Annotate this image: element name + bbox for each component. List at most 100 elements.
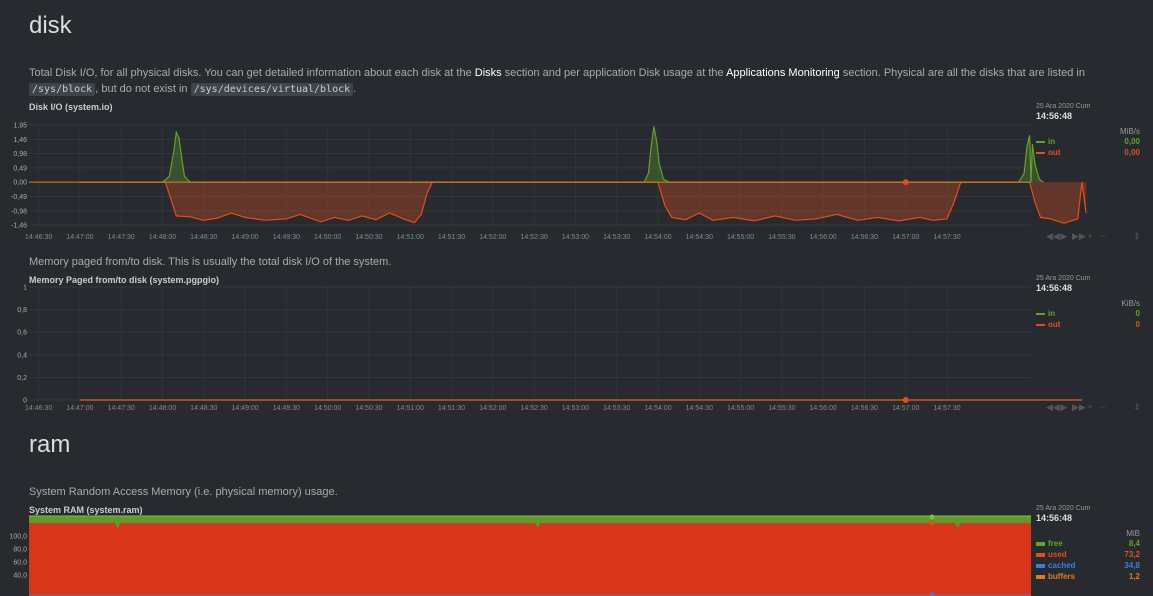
legend-row-in[interactable]: in 0	[1036, 308, 1140, 319]
x-tick-label: 14:48:30	[190, 405, 217, 412]
x-tick-label: 14:53:30	[603, 234, 630, 241]
zoom-in-icon[interactable]: +	[1085, 231, 1095, 241]
section-title-ram: ram	[29, 431, 71, 458]
zoom-out-icon[interactable]: −	[1098, 402, 1108, 412]
disk-io-toolbar: ◀◀ ▶ ▶▶ + − ⇕	[1046, 231, 1150, 241]
legend-value-free: 8,4	[1128, 539, 1140, 548]
x-tick-label: 14:56:00	[810, 234, 837, 241]
legend-row-out[interactable]: out 0	[1036, 319, 1140, 330]
x-tick-label: 14:47:00	[66, 234, 93, 241]
zoom-in-icon[interactable]: +	[1085, 402, 1095, 412]
ram-chart[interactable]: 100,0 80,0 60,0 40,0	[0, 514, 1036, 596]
y-tick-label: -1,46	[11, 223, 27, 230]
x-tick-label: 14:50:30	[355, 405, 382, 412]
hover-marker-used	[929, 520, 935, 526]
legend-swatch-out	[1036, 151, 1045, 154]
y-tick-label: 1,95	[13, 123, 27, 130]
legend-units: MiB	[1126, 529, 1140, 538]
x-tick-label: 14:49:00	[231, 234, 258, 241]
x-tick-label: 14:49:30	[273, 405, 300, 412]
y-tick-label: 1,46	[13, 137, 27, 144]
chart-title-disk-io: Disk I/O (system.io)	[29, 102, 113, 112]
x-tick-label: 14:50:00	[314, 234, 341, 241]
x-tick-label: 14:49:00	[231, 405, 258, 412]
disk-io-chart[interactable]: 1,95 1,46 0,98 0,49 0,00 -0,49 -0,98 -1,46 14:46…	[0, 112, 1087, 244]
x-tick-label: 14:57:30	[933, 405, 960, 412]
legend-row-buffers[interactable]: buffers 1,2	[1036, 571, 1140, 582]
zoom-out-icon[interactable]: −	[1098, 231, 1108, 241]
pan-right-icon[interactable]: ▶▶	[1072, 402, 1086, 412]
legend-row-out[interactable]: out 0,00	[1036, 147, 1140, 158]
legend-row-free[interactable]: free 8,4	[1036, 538, 1140, 549]
legend-swatch-in	[1036, 312, 1045, 315]
resize-handle-icon[interactable]: ⇕	[1132, 231, 1142, 241]
y-tick-label: 60,0	[13, 560, 27, 567]
ram-legend: 25 Ara 2020 Cum 14:56:48 MiB free 8,4 us…	[1036, 505, 1140, 582]
y-tick-label: 0,2	[17, 375, 27, 382]
y-tick-label: 1	[23, 285, 27, 292]
legend-swatch-in	[1036, 140, 1045, 143]
x-tick-label: 14:54:00	[644, 234, 671, 241]
x-tick-label: 14:53:00	[562, 234, 589, 241]
legend-value-buffers: 1,2	[1128, 572, 1140, 581]
x-tick-label: 14:55:00	[727, 234, 754, 241]
hover-marker	[902, 397, 909, 403]
pgpgio-chart[interactable]: 1 0,8 0,6 0,4 0,2 014:46:30 14:47:00 14:47:30 14…	[0, 284, 1082, 414]
legend-row-used[interactable]: used 73,2	[1036, 549, 1140, 560]
disk-description: Total Disk I/O, for all physical disks. …	[29, 67, 1085, 96]
resize-handle-icon[interactable]: ⇕	[1132, 402, 1142, 412]
x-tick-label: 14:46:30	[25, 234, 52, 241]
y-tick-label: 80,0	[13, 547, 27, 554]
x-tick-label: 14:47:30	[108, 234, 135, 241]
play-icon[interactable]: ▶	[1059, 231, 1069, 241]
y-tick-label: 0,8	[17, 307, 27, 314]
series-line-in	[79, 126, 1044, 183]
legend-time: 14:56:48	[1036, 513, 1073, 523]
y-tick-label: 0	[23, 398, 27, 405]
pan-left-icon[interactable]: ◀◀	[1046, 402, 1060, 412]
hover-marker	[902, 179, 909, 186]
sys-devices-virtual-block-code: /sys/devices/virtual/block	[190, 83, 354, 96]
disk-io-legend: 25 Ara 2020 Cum 14:56:48 MiB/s in 0,00 o…	[1036, 103, 1140, 158]
legend-value-in: 0,00	[1124, 137, 1140, 146]
x-tick-label: 14:48:00	[149, 405, 176, 412]
x-tick-label: 14:52:00	[479, 234, 506, 241]
x-tick-label: 14:48:30	[190, 234, 217, 241]
y-tick-label: 0,4	[17, 352, 27, 359]
legend-time: 14:56:48	[1036, 111, 1073, 121]
series-area-in	[79, 126, 1044, 183]
x-tick-label: 14:57:30	[933, 234, 960, 241]
y-tick-label: 0,6	[17, 330, 27, 337]
play-icon[interactable]: ▶	[1059, 402, 1069, 412]
x-tick-label: 14:56:00	[810, 405, 837, 412]
sys-block-code: /sys/block	[29, 83, 96, 96]
x-tick-label: 14:46:30	[25, 405, 52, 412]
x-tick-label: 14:50:00	[314, 405, 341, 412]
legend-swatch-buffers	[1036, 574, 1045, 579]
legend-row-in[interactable]: in 0,00	[1036, 136, 1140, 147]
ram-description: System Random Access Memory (i.e. physic…	[29, 486, 338, 498]
x-tick-label: 14:51:30	[438, 234, 465, 241]
x-tick-label: 14:56:30	[851, 405, 878, 412]
pan-left-icon[interactable]: ◀◀	[1046, 231, 1060, 241]
x-tick-label: 14:52:30	[521, 405, 548, 412]
pgpgio-description: Memory paged from/to disk. This is usual…	[29, 256, 392, 268]
x-tick-label: 14:54:30	[686, 234, 713, 241]
y-tick-label: 0,00	[13, 180, 27, 187]
legend-value-out: 0	[1135, 320, 1140, 329]
applications-monitoring-link[interactable]: Applications Monitoring	[726, 67, 840, 79]
legend-time: 14:56:48	[1036, 283, 1073, 293]
x-tick-label: 14:55:30	[768, 234, 795, 241]
x-tick-label: 14:53:30	[603, 405, 630, 412]
legend-value-out: 0,00	[1124, 148, 1140, 157]
legend-date: 25 Ara 2020 Cum	[1036, 275, 1091, 282]
x-tick-label: 14:57:00	[892, 234, 919, 241]
pan-right-icon[interactable]: ▶▶	[1072, 231, 1086, 241]
legend-row-cached[interactable]: cached 34,8	[1036, 560, 1140, 571]
legend-units: MiB/s	[1120, 127, 1140, 136]
x-tick-label: 14:51:30	[438, 405, 465, 412]
y-tick-label: -0,98	[11, 208, 27, 215]
x-tick-label: 14:52:00	[479, 405, 506, 412]
disks-link[interactable]: Disks	[475, 67, 502, 79]
legend-swatch-used	[1036, 552, 1045, 557]
